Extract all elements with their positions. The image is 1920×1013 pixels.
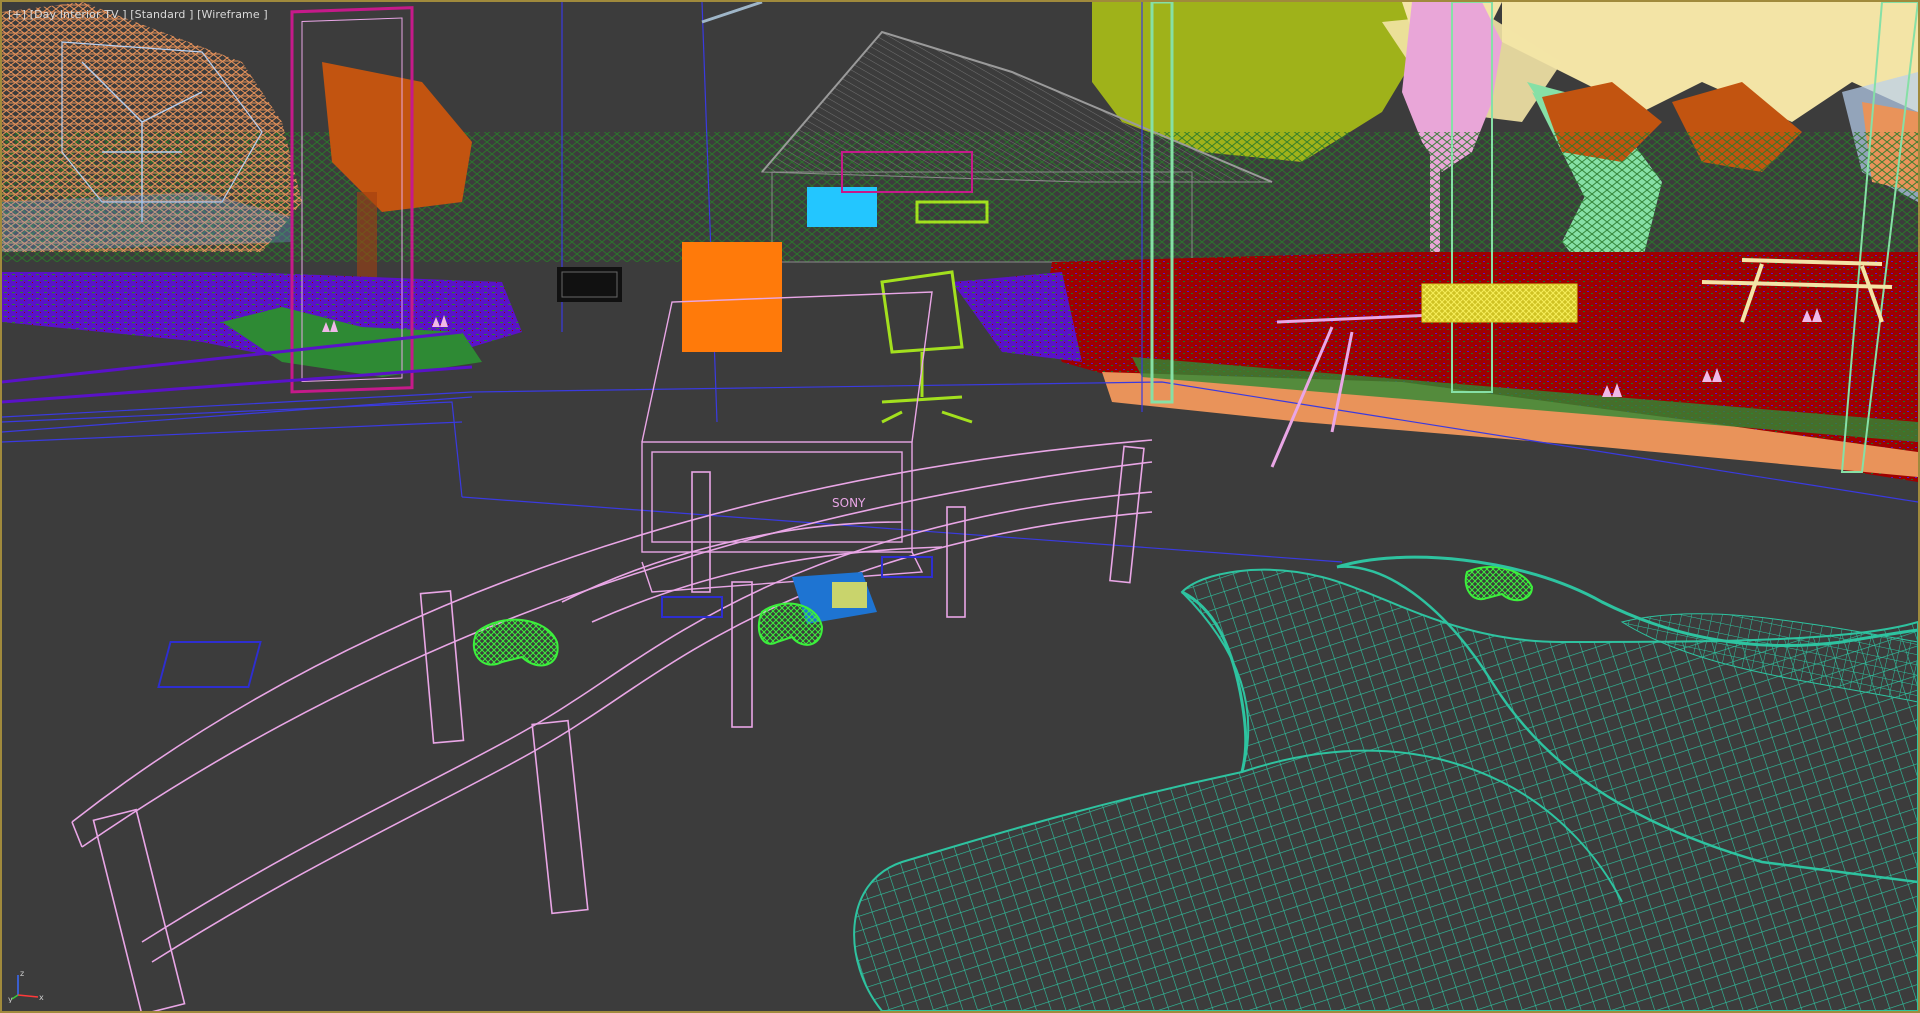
axis-x-label: x	[39, 993, 44, 1002]
viewport-label[interactable]: [+] [Day Interior TV ] [Standard ] [Wire…	[8, 8, 268, 21]
axis-y-label: y	[8, 995, 13, 1003]
viewport-3d[interactable]: SONY [+] [Day Interior TV] [Standard] …	[0, 0, 1920, 1013]
axis-gizmo-icon: z x y	[8, 969, 44, 1003]
axis-z-label: z	[20, 969, 24, 978]
yellow-bench	[1421, 283, 1578, 323]
wireframe-scene[interactable]: SONY	[2, 2, 1918, 1011]
svg-text:SONY: SONY	[832, 496, 866, 510]
